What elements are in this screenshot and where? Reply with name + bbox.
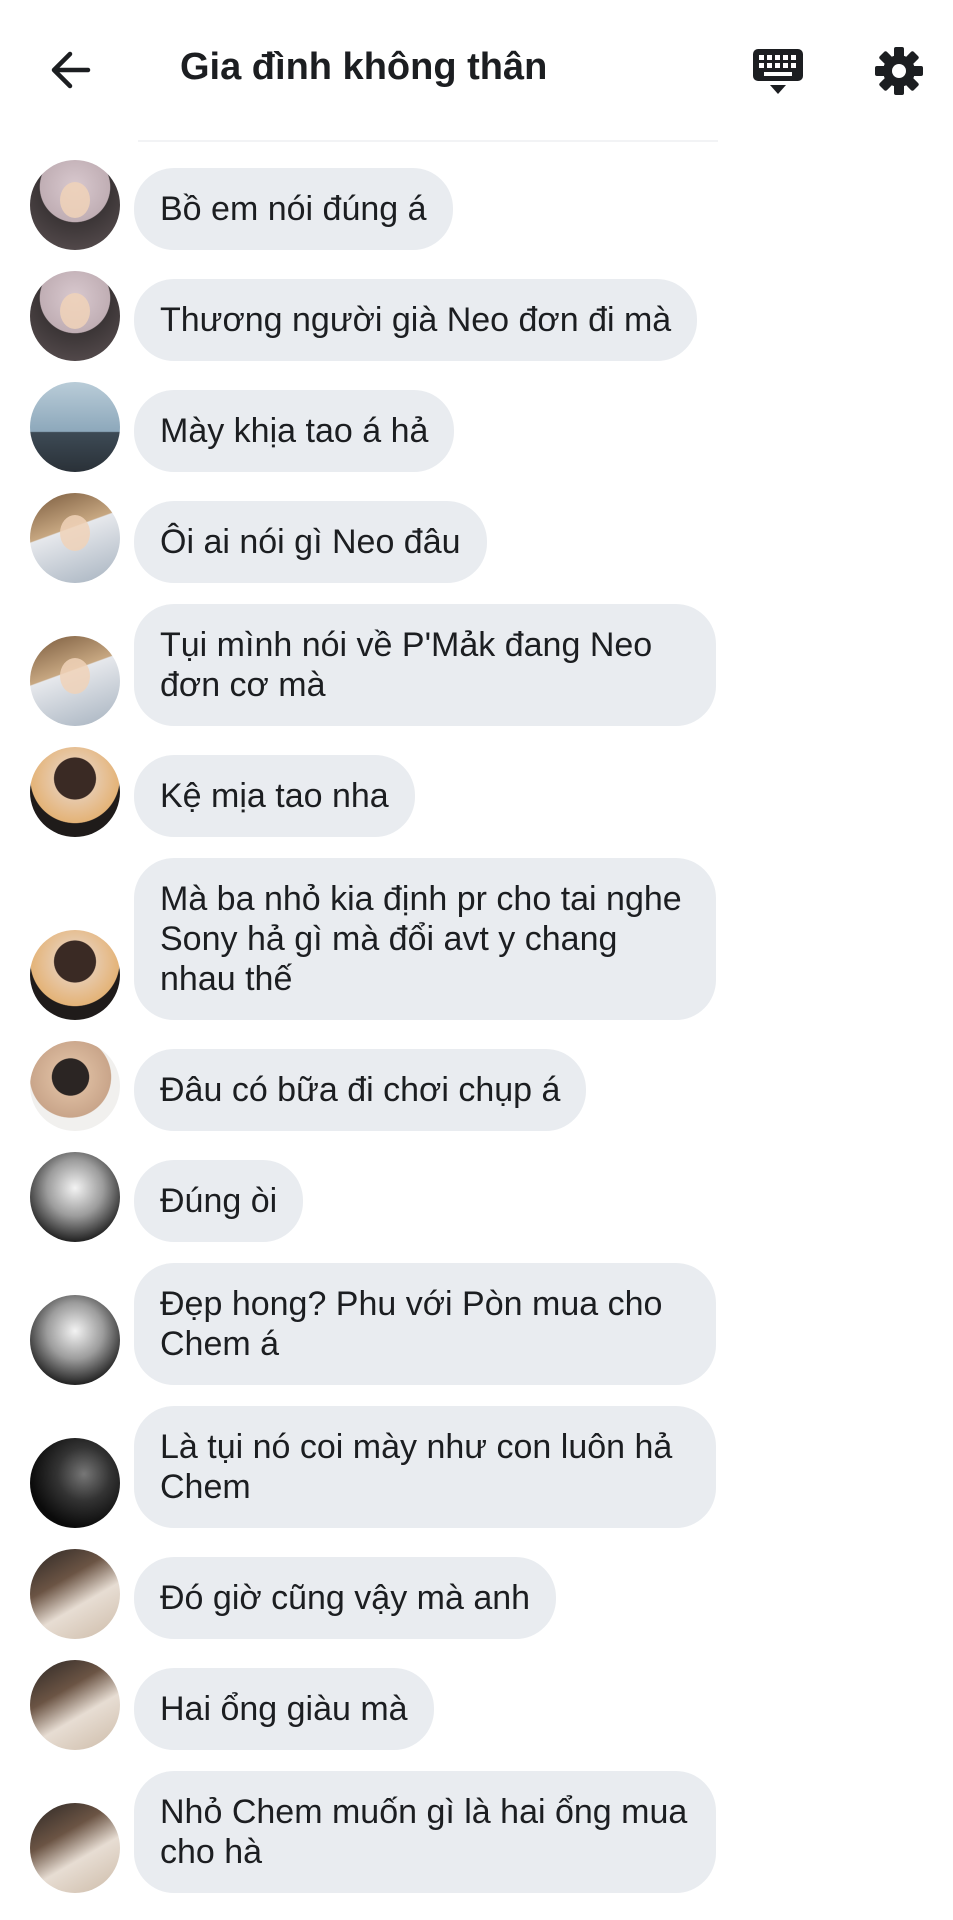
- message-bubble[interactable]: Kệ mịa tao nha: [134, 755, 415, 837]
- message-row: Đó giờ cũng vậy mà anh: [0, 1549, 953, 1639]
- message-row: Thương người già Neo đơn đi mà: [0, 271, 953, 361]
- message-bubble[interactable]: Đẹp hong? Phu với Pòn mua cho Chem á: [134, 1263, 716, 1385]
- avatar[interactable]: [30, 493, 120, 583]
- message-row: Là tụi nó coi mày như con luôn hả Chem: [0, 1406, 953, 1528]
- gear-icon: [875, 47, 923, 95]
- message-bubble[interactable]: Là tụi nó coi mày như con luôn hả Chem: [134, 1406, 716, 1528]
- avatar[interactable]: [30, 636, 120, 726]
- arrow-left-icon: [51, 51, 91, 89]
- avatar[interactable]: [30, 1295, 120, 1385]
- header-divider: [138, 140, 718, 142]
- back-button[interactable]: [40, 40, 100, 100]
- avatar[interactable]: [30, 1549, 120, 1639]
- avatar[interactable]: [30, 1660, 120, 1750]
- keyboard-button[interactable]: [745, 38, 811, 104]
- avatar[interactable]: [30, 160, 120, 250]
- avatar[interactable]: [30, 1152, 120, 1242]
- message-bubble[interactable]: Mà ba nhỏ kia định pr cho tai nghe Sony …: [134, 858, 716, 1020]
- message-bubble[interactable]: Hai ổng giàu mà: [134, 1668, 434, 1750]
- message-row: Nhỏ Chem muốn gì là hai ổng mua cho hà: [0, 1771, 953, 1893]
- message-list: Bồ em nói đúng á Thương người già Neo đơ…: [0, 160, 953, 1914]
- avatar[interactable]: [30, 747, 120, 837]
- message-row: Ôi ai nói gì Neo đâu: [0, 493, 953, 583]
- avatar[interactable]: [30, 930, 120, 1020]
- message-bubble[interactable]: Nhỏ Chem muốn gì là hai ổng mua cho hà: [134, 1771, 716, 1893]
- message-bubble[interactable]: Tụi mình nói về P'Mảk đang Neo đơn cơ mà: [134, 604, 716, 726]
- message-bubble[interactable]: Đó giờ cũng vậy mà anh: [134, 1557, 557, 1639]
- message-bubble[interactable]: Đâu có bữa đi chơi chụp á: [134, 1049, 587, 1131]
- message-row: Tụi mình nói về P'Mảk đang Neo đơn cơ mà: [0, 604, 953, 726]
- message-row: Đẹp hong? Phu với Pòn mua cho Chem á: [0, 1263, 953, 1385]
- chat-title: Gia đình không thân: [180, 46, 548, 88]
- message-row: Kệ mịa tao nha: [0, 747, 953, 837]
- message-bubble[interactable]: Đúng òi: [134, 1160, 304, 1242]
- avatar[interactable]: [30, 382, 120, 472]
- message-row: Hai ổng giàu mà: [0, 1660, 953, 1750]
- message-bubble[interactable]: Thương người già Neo đơn đi mà: [134, 279, 698, 361]
- keyboard-icon: [753, 49, 803, 94]
- message-row: Mà ba nhỏ kia định pr cho tai nghe Sony …: [0, 858, 953, 1020]
- chat-header: Gia đình không thân: [0, 0, 953, 140]
- message-bubble[interactable]: Bồ em nói đúng á: [134, 168, 453, 250]
- message-row: Mày khịa tao á hả: [0, 382, 953, 472]
- avatar[interactable]: [30, 1803, 120, 1893]
- settings-button[interactable]: [866, 38, 932, 104]
- avatar[interactable]: [30, 271, 120, 361]
- message-bubble[interactable]: Ôi ai nói gì Neo đâu: [134, 501, 487, 583]
- message-row: Đâu có bữa đi chơi chụp á: [0, 1041, 953, 1131]
- avatar[interactable]: [30, 1438, 120, 1528]
- avatar[interactable]: [30, 1041, 120, 1131]
- message-row: Đúng òi: [0, 1152, 953, 1242]
- message-bubble[interactable]: Mày khịa tao á hả: [134, 390, 455, 472]
- message-row: Bồ em nói đúng á: [0, 160, 953, 250]
